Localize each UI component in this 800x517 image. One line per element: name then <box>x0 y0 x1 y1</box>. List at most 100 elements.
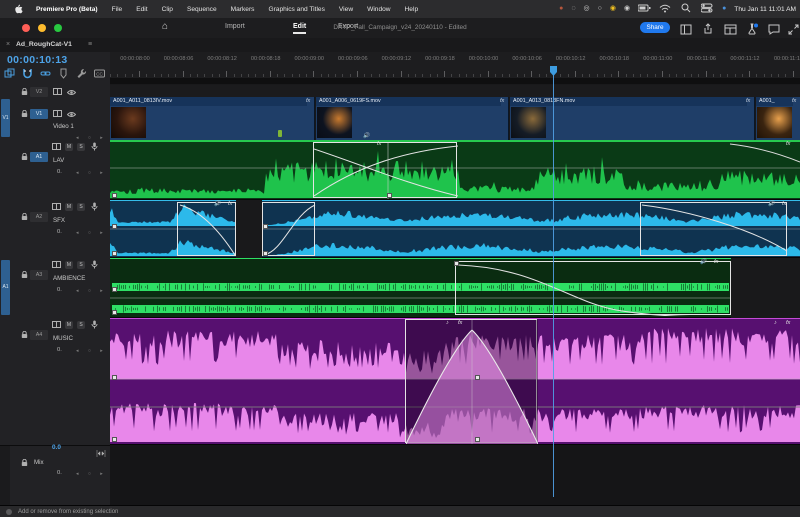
track-target-a4[interactable]: A4 <box>30 330 48 340</box>
fade-out-box[interactable] <box>455 261 731 315</box>
menu-file[interactable]: File <box>105 6 130 13</box>
clip-marker[interactable] <box>278 130 282 137</box>
track-gain[interactable]: 0. <box>57 287 62 293</box>
track-header-a4[interactable]: A4MSMUSIC0.◂ ○ ▸ <box>0 318 110 446</box>
search-icon[interactable] <box>680 3 693 16</box>
fade-in-box[interactable] <box>262 202 315 256</box>
track-header-a3[interactable]: A1A3MSAMBIENCE0.◂ ○ ▸ <box>0 258 110 319</box>
track-target-v1[interactable]: V1 <box>30 109 48 119</box>
solo-button[interactable]: S <box>77 261 85 269</box>
menu-window[interactable]: Window <box>360 6 397 13</box>
sequence-tab[interactable]: Ad_RoughCat-V1 <box>16 41 72 48</box>
colored-app-icon[interactable]: ● <box>559 5 563 13</box>
minimize-window-button[interactable] <box>38 24 46 32</box>
snap-icon[interactable] <box>22 66 33 84</box>
zoom-window-button[interactable] <box>54 24 62 32</box>
comments-icon[interactable] <box>768 22 782 34</box>
fade-out-box[interactable] <box>640 202 787 256</box>
video-clip[interactable]: A001_A011_0813IV.movfx <box>110 97 315 140</box>
audio-track-a4-lane[interactable]: ♪fx♪fx <box>110 318 800 445</box>
add-marker-icon[interactable] <box>58 66 69 84</box>
nest-toggle-icon[interactable] <box>4 66 15 84</box>
timer-icon[interactable]: ◎ <box>584 5 590 13</box>
playhead-timecode[interactable]: 00:00:10:13 <box>7 54 68 66</box>
menu-markers[interactable]: Markers <box>224 6 262 13</box>
timeline-settings-wrench-icon[interactable] <box>76 66 87 84</box>
menu-graphics-and-titles[interactable]: Graphics and Titles <box>261 6 331 13</box>
quick-export-icon[interactable] <box>702 22 716 34</box>
menu-sequence[interactable]: Sequence <box>180 6 224 13</box>
mix-gain[interactable]: 0. <box>57 470 62 476</box>
home-icon[interactable]: ⌂ <box>162 21 168 32</box>
mute-button[interactable]: M <box>65 261 73 269</box>
empty-track-area[interactable] <box>110 445 800 505</box>
solo-button[interactable]: S <box>77 203 85 211</box>
yellow-app-icon[interactable]: ◉ <box>610 5 616 13</box>
track-target-a2[interactable]: A2 <box>30 212 48 222</box>
source-patch-v1[interactable]: V1 <box>1 99 10 137</box>
video-clip[interactable]: A001_A006_0619FS.movfx <box>316 97 509 140</box>
keyframe-handle[interactable] <box>263 251 268 256</box>
time-ruler[interactable]: 00:00:07:1800:00:08:0000:00:08:0600:00:0… <box>110 52 800 79</box>
track-target-a3[interactable]: A3 <box>30 270 48 280</box>
track-header-a1[interactable]: A1MSLAV0.◂ ○ ▸ <box>0 140 110 201</box>
keyframe-nav[interactable]: ◂ ○ ▸ <box>76 230 107 236</box>
keyframe-handle[interactable] <box>112 375 117 380</box>
fit-timeline-icon[interactable] <box>96 444 106 462</box>
timeline-canvas[interactable]: 00:00:07:1800:00:08:0000:00:08:0600:00:0… <box>110 52 800 505</box>
solo-button[interactable]: S <box>77 143 85 151</box>
track-gain[interactable]: 0. <box>57 229 62 235</box>
keyframe-handle[interactable] <box>387 193 392 198</box>
browser-app-icon[interactable]: ● <box>722 5 726 13</box>
keyframe-handle[interactable] <box>112 310 117 315</box>
linked-selection-icon[interactable] <box>40 66 51 84</box>
video-clip[interactable]: A001_A013_0813FN.movfx <box>510 97 755 140</box>
keyframe-handle[interactable] <box>112 437 117 442</box>
keyframe-handle[interactable] <box>112 193 117 198</box>
playhead-handle[interactable] <box>550 63 557 73</box>
source-patch-a1[interactable]: A1 <box>1 260 10 315</box>
battery-icon[interactable] <box>638 3 651 16</box>
menu-edit[interactable]: Edit <box>129 6 154 13</box>
share-button[interactable]: Share <box>640 22 670 33</box>
fade-out-box[interactable] <box>177 202 236 256</box>
mute-button[interactable]: M <box>65 321 73 329</box>
captions-icon[interactable]: CC <box>94 66 105 84</box>
keyframe-handle[interactable] <box>263 224 268 229</box>
menu-help[interactable]: Help <box>398 6 426 13</box>
track-target-v2[interactable]: V2 <box>30 87 48 97</box>
menubar-clock[interactable]: Thu Jan 11 11:01 AM <box>734 6 800 13</box>
menu-view[interactable]: View <box>332 6 360 13</box>
video-clip[interactable]: A001_fx <box>756 97 800 140</box>
keyframe-handle[interactable] <box>112 287 117 292</box>
track-header-v1[interactable]: V1V1Video 1◂ ○ ▸ <box>0 97 110 141</box>
keyframe-handle[interactable] <box>475 375 480 380</box>
audio-track-a2-lane[interactable]: 🔊fx🔊fx <box>110 200 800 258</box>
keyframe-nav[interactable]: ◂ ○ ▸ <box>76 170 107 176</box>
track-gain[interactable]: 0. <box>57 347 62 353</box>
workspaces-layout-icon[interactable] <box>724 22 738 34</box>
sync-icon[interactable]: ○ <box>598 5 602 13</box>
close-sequence-icon[interactable]: × <box>6 41 10 48</box>
menu-premiere-pro-beta-[interactable]: Premiere Pro (Beta) <box>29 6 105 13</box>
keyframe-handle[interactable] <box>475 437 480 442</box>
playhead-line[interactable] <box>553 66 554 497</box>
solo-button[interactable]: S <box>77 321 85 329</box>
apple-menu-icon[interactable] <box>14 3 23 16</box>
beta-feedback-beaker-icon[interactable] <box>746 22 760 34</box>
wifi-icon[interactable] <box>659 3 672 16</box>
keyframe-handle[interactable] <box>454 261 459 266</box>
keyframe-handle[interactable] <box>112 251 117 256</box>
keyframe-nav[interactable]: ◂ ○ ▸ <box>76 288 107 294</box>
track-header-a2[interactable]: A2MSSFX0.◂ ○ ▸ <box>0 200 110 259</box>
audio-track-a1-lane[interactable]: 🔊fxfx <box>110 140 800 200</box>
record-icon[interactable]: ◉ <box>624 5 630 13</box>
tab-import[interactable]: Import <box>225 23 245 30</box>
shortcut-icon[interactable]: ◌ <box>571 5 575 13</box>
fullscreen-icon[interactable] <box>788 22 800 34</box>
menu-clip[interactable]: Clip <box>155 6 180 13</box>
keyframe-nav[interactable]: ◂ ○ ▸ <box>76 348 107 354</box>
control-center-icon[interactable] <box>701 3 714 16</box>
track-gain[interactable]: 0. <box>57 169 62 175</box>
audio-track-a3-lane[interactable]: 🔊fx <box>110 258 800 318</box>
